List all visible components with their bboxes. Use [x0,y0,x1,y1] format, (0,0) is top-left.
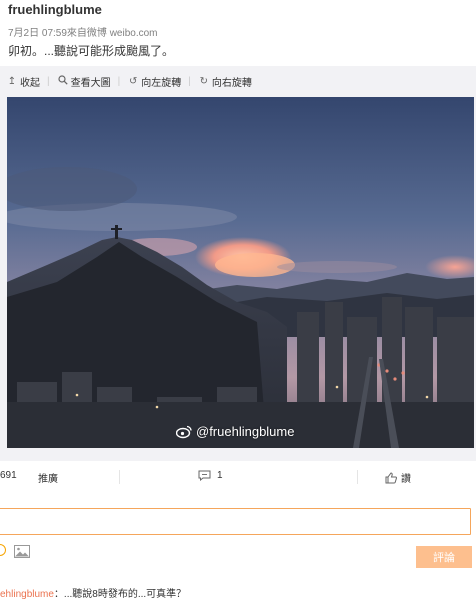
view-large-button[interactable]: 查看大圖 [57,74,111,89]
comment-input[interactable] [0,508,471,535]
comment-item: ehlingblume：...聽說8時發布的...可真準？ [0,585,186,600]
action-divider [357,470,358,484]
rotate-right-button[interactable]: ↻ 向右旋轉 [198,74,252,89]
promote-button[interactable]: 推廣 [38,470,58,485]
rotate-right-label: 向右旋轉 [211,77,252,89]
action-bar: 691 推廣 1 讚 [0,462,476,490]
action-divider [119,470,120,484]
comment-button[interactable]: 1 [198,470,223,481]
collapse-arrow-icon: ↥ [7,75,17,87]
post-text: 卯初。...聽說可能形成颱風了。 [8,44,175,58]
post-meta: 7月2日 07:59來自微博 weibo.com [8,28,158,39]
rotate-left-label: 向左旋轉 [141,77,182,89]
magnifier-icon [57,74,69,88]
comment-icon [198,470,211,481]
submit-comment-button[interactable]: 評論 [416,546,472,568]
post-photo[interactable] [7,97,474,448]
like-label: 讚 [401,474,411,485]
watermark-text: @fruehlingblume [196,424,295,439]
collapse-button[interactable]: ↥ 收起 [6,74,40,89]
toolbar-separator: | [188,75,191,87]
image-toolbar: ↥ 收起 | 查看大圖 | ↺ 向左旋轉 | ↻ 向右旋轉 [6,72,252,90]
image-upload-icon[interactable] [14,545,30,563]
like-button[interactable]: 讚 [385,470,411,485]
post-username[interactable]: fruehlingblume [8,2,102,17]
emoji-icon[interactable] [0,544,6,556]
view-large-label: 查看大圖 [70,77,111,89]
weibo-logo-icon [176,425,192,438]
weibo-post: fruehlingblume 7月2日 07:59來自微博 weibo.com … [0,0,476,600]
toolbar-separator: | [47,75,50,87]
repost-count[interactable]: 691 [0,470,17,481]
image-watermark: @fruehlingblume [176,424,294,439]
collapse-label: 收起 [20,77,40,89]
rotate-left-button[interactable]: ↺ 向左旋轉 [127,74,181,89]
comment-text: ：...聽說8時發布的...可真準？ [53,589,187,600]
comment-author[interactable]: ehlingblume [0,589,54,600]
thumbs-up-icon [385,471,397,483]
toolbar-separator: | [117,75,121,87]
comment-count: 1 [217,470,223,481]
rotate-left-icon: ↺ [129,75,138,87]
rotate-right-icon: ↻ [199,75,209,87]
sunset-photo [7,97,474,448]
